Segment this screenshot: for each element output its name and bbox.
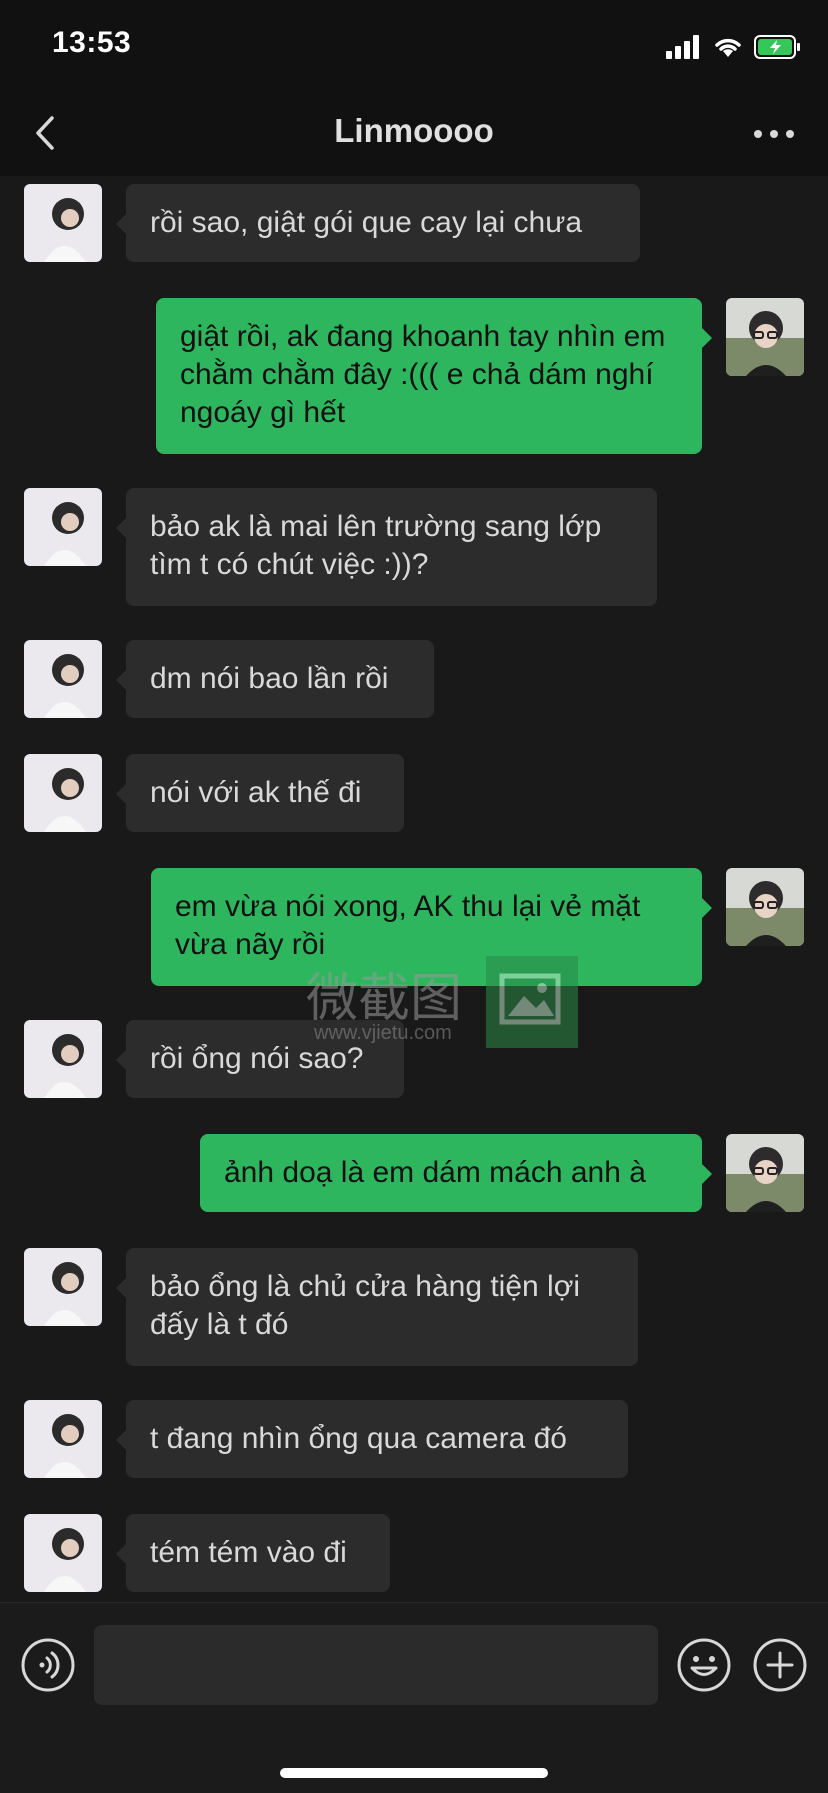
more-button[interactable]: [750, 114, 798, 154]
contact-avatar[interactable]: [24, 1020, 102, 1098]
contact-avatar[interactable]: [24, 1400, 102, 1478]
status-bar: 13:53: [0, 0, 828, 90]
battery-icon: [754, 35, 800, 59]
message-bubble-incoming[interactable]: bảo ak là mai lên trường sang lớp tìm t …: [116, 488, 657, 606]
my-avatar[interactable]: [726, 1134, 804, 1212]
message-bubble-incoming[interactable]: rồi ổng nói sao?: [116, 1020, 404, 1098]
input-bar: [0, 1602, 828, 1793]
contact-avatar[interactable]: [24, 1514, 102, 1592]
chat-title: Linmoooo: [334, 112, 494, 149]
message-bubble-outgoing[interactable]: ảnh doạ là em dám mách anh à: [200, 1134, 712, 1212]
voice-button[interactable]: [20, 1637, 76, 1693]
status-icons: [666, 32, 802, 62]
contact-avatar[interactable]: [24, 488, 102, 566]
message-bubble-outgoing[interactable]: giật rồi, ak đang khoanh tay nhìn em chằ…: [156, 298, 712, 454]
message-bubble-incoming[interactable]: rồi sao, giật gói que cay lại chưa: [116, 184, 640, 262]
signal-icon: [666, 35, 699, 59]
contact-avatar[interactable]: [24, 640, 102, 718]
plus-icon: [753, 1638, 807, 1692]
message-bubble-incoming[interactable]: t đang nhìn ổng qua camera đó: [116, 1400, 628, 1478]
more-dots-icon: [754, 130, 794, 138]
plus-button[interactable]: [752, 1637, 808, 1693]
my-avatar[interactable]: [726, 868, 804, 946]
nav-bar: Linmoooo: [0, 90, 828, 177]
message-bubble-incoming[interactable]: dm nói bao lần rồi: [116, 640, 434, 718]
status-time: 13:53: [52, 26, 132, 59]
home-indicator: [280, 1768, 548, 1778]
wifi-icon: [715, 38, 741, 57]
chat-area[interactable]: rồi sao, giật gói que cay lại chưa giật …: [0, 176, 828, 1602]
message-bubble-incoming[interactable]: nói với ak thế đi: [116, 754, 404, 832]
message-bubble-incoming[interactable]: tém tém vào đi: [116, 1514, 390, 1592]
voice-icon: [21, 1638, 75, 1692]
emoji-button[interactable]: [676, 1637, 732, 1693]
message-bubble-incoming[interactable]: bảo ổng là chủ cửa hàng tiện lợi đấy là …: [116, 1248, 638, 1366]
message-bubble-outgoing[interactable]: em vừa nói xong, AK thu lại vẻ mặt vừa n…: [151, 868, 712, 986]
emoji-icon: [677, 1638, 731, 1692]
my-avatar[interactable]: [726, 298, 804, 376]
contact-avatar[interactable]: [24, 184, 102, 262]
message-input[interactable]: [94, 1625, 658, 1705]
contact-avatar[interactable]: [24, 754, 102, 832]
contact-avatar[interactable]: [24, 1248, 102, 1326]
